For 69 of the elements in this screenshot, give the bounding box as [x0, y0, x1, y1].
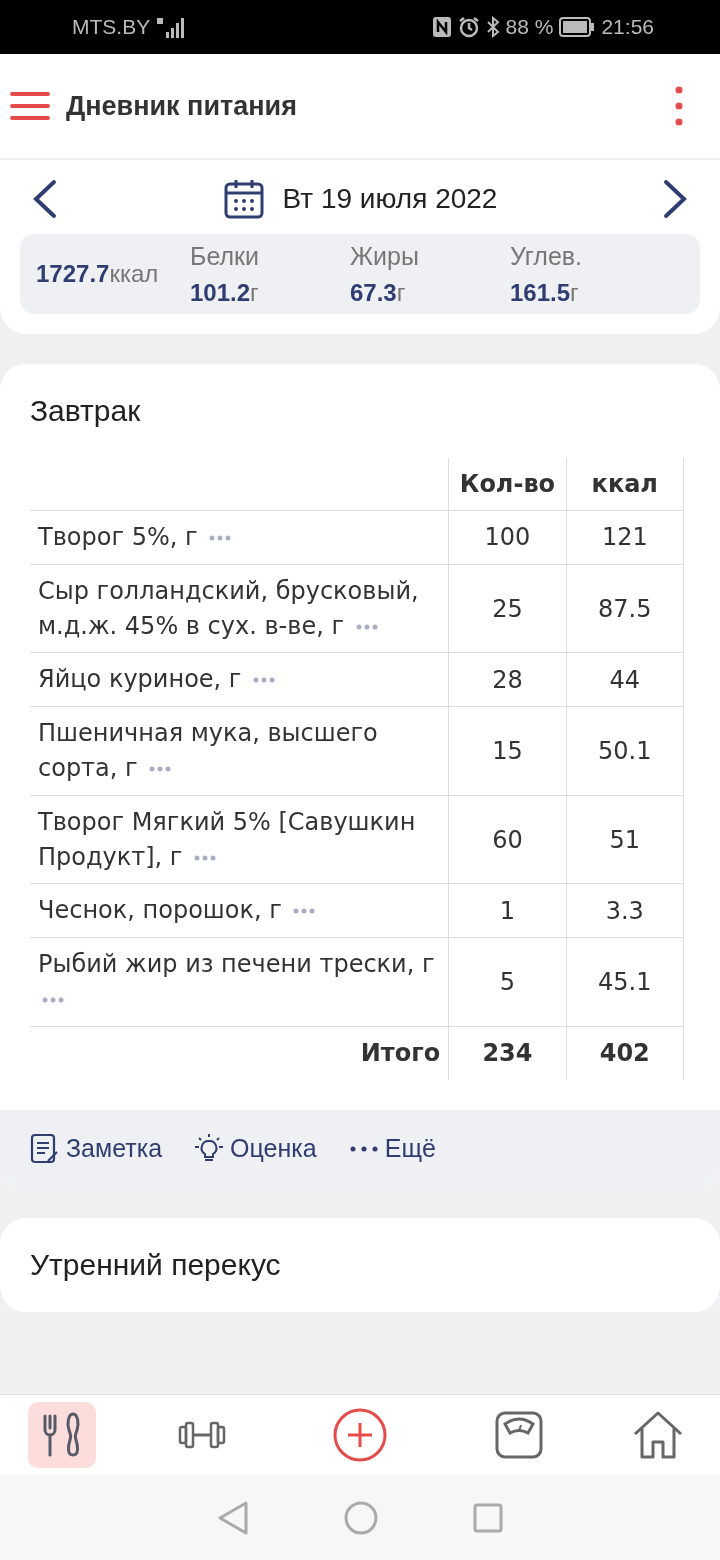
calories-cell: 121	[566, 510, 684, 565]
quantity-cell: 100	[448, 510, 567, 565]
calendar-icon[interactable]	[222, 178, 265, 220]
food-name[interactable]: Творог 5%, г	[38, 520, 441, 555]
macro-label: Жиры	[350, 241, 420, 271]
more-button[interactable]: Ещё	[348, 1134, 436, 1164]
food-tab[interactable]	[28, 1402, 96, 1468]
more-icon	[348, 1144, 379, 1153]
macro-label: Углев.	[510, 241, 584, 271]
quantity-cell: 25	[448, 564, 567, 653]
house-icon	[632, 1410, 684, 1460]
app-title: Дневник питания	[66, 90, 298, 122]
calories-cell: 51	[566, 795, 684, 884]
food-name[interactable]: Сыр голландский, брусковый, м.д.ж. 45% в сух. в-ве, г	[38, 573, 441, 644]
more-icon[interactable]	[209, 535, 232, 541]
plus-icon	[331, 1406, 389, 1464]
food-name[interactable]: Чеснок, порошок, г	[38, 893, 441, 929]
calories-cell: 87.5	[566, 564, 684, 653]
calories-cell: 3.3	[566, 883, 684, 938]
home-icon[interactable]	[344, 1500, 378, 1535]
previous-day-icon[interactable]	[32, 179, 58, 219]
battery-icon	[559, 17, 596, 37]
note-icon	[30, 1132, 60, 1165]
quantity-cell: 28	[448, 652, 567, 707]
more-icon[interactable]	[253, 677, 276, 684]
more-icon[interactable]	[293, 908, 316, 915]
alarm-icon	[457, 16, 480, 38]
clock-time: 21:56	[601, 15, 654, 39]
quantity-cell: 1	[448, 883, 567, 938]
food-name[interactable]: Рыбий жир из печени трески, г	[38, 947, 441, 1017]
next-day-icon[interactable]	[662, 179, 688, 219]
nfc-icon	[431, 16, 452, 38]
macro-label: Белки	[190, 241, 260, 271]
scale-icon	[493, 1410, 544, 1460]
back-icon[interactable]	[217, 1500, 250, 1535]
rating-button[interactable]: Оценка	[194, 1132, 317, 1165]
food-name[interactable]: Творог Мягкий 5% [Савушкин Продукт], г	[38, 804, 441, 875]
quantity-cell: 15	[448, 706, 567, 796]
menu-icon[interactable]	[10, 91, 50, 121]
total-label: Итого	[30, 1026, 449, 1080]
macro-value: 67.3г	[350, 278, 407, 307]
recents-icon[interactable]	[472, 1502, 503, 1533]
total-calories: 1727.7ккал	[36, 260, 160, 288]
total-quantity: 234	[448, 1026, 567, 1080]
note-button[interactable]: Заметка	[30, 1132, 163, 1165]
calories-cell: 45.1	[566, 937, 684, 1027]
selected-date[interactable]: Вт 19 июля 2022	[282, 183, 498, 215]
macro-value: 161.5г	[510, 278, 580, 307]
calories-cell: 44	[566, 652, 684, 707]
food-name[interactable]: Пшеничная мука, высшего сорта, г	[38, 716, 441, 786]
quantity-cell: 60	[448, 795, 567, 884]
meal-title: Завтрак	[29, 393, 142, 429]
meal-title: Утренний перекус	[29, 1246, 282, 1283]
carrier-name: MTS.BY	[72, 15, 151, 39]
battery-percent: 88 %	[505, 15, 554, 39]
column-header: Кол-во	[448, 458, 567, 511]
signal-icon	[156, 16, 187, 38]
calories-cell: 50.1	[566, 706, 684, 796]
more-icon[interactable]	[42, 996, 64, 1003]
more-icon[interactable]	[149, 766, 172, 772]
total-calories-cell: 402	[566, 1026, 684, 1080]
macro-value: 101.2г	[190, 278, 260, 307]
more-options-icon[interactable]	[674, 85, 684, 127]
quantity-cell: 5	[448, 937, 567, 1027]
column-header: ккал	[566, 458, 684, 511]
more-icon[interactable]	[194, 854, 217, 861]
more-icon[interactable]	[355, 623, 378, 630]
bluetooth-icon	[485, 16, 500, 38]
food-name[interactable]: Яйцо куриное, г	[38, 662, 441, 698]
